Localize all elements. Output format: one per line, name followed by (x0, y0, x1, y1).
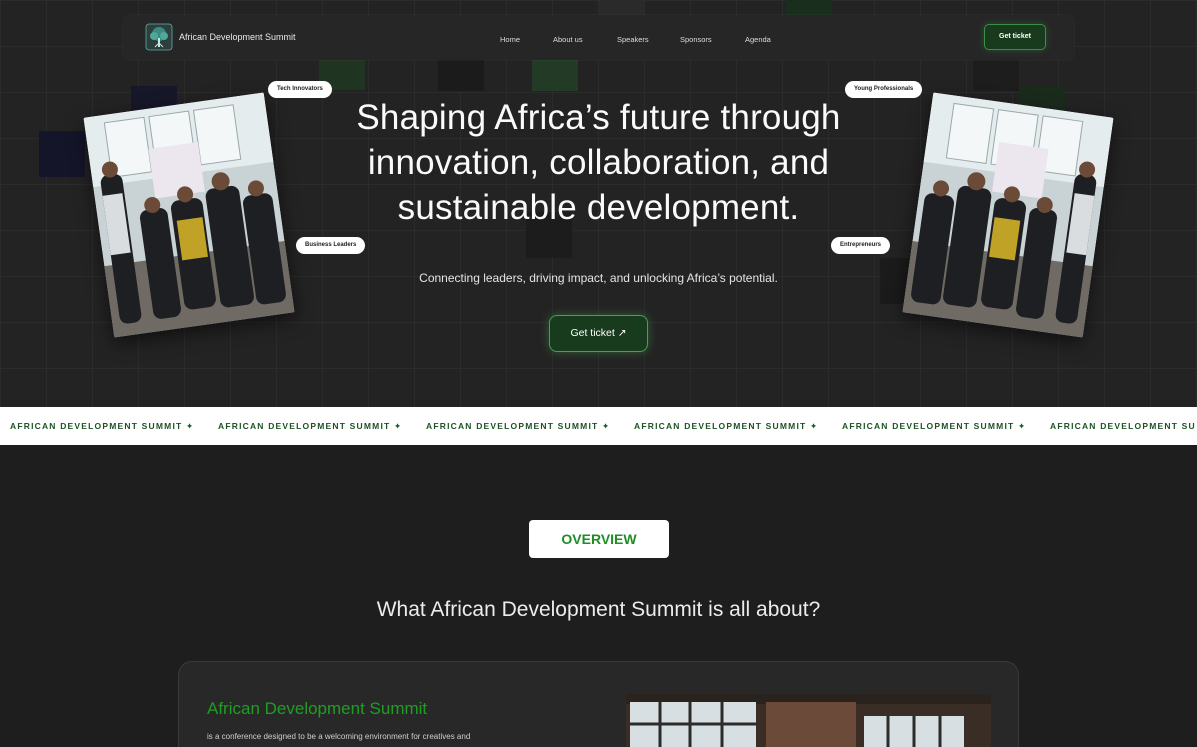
nav-link-agenda[interactable]: Agenda (745, 35, 771, 44)
tree-icon[interactable] (145, 23, 173, 51)
overview-badge: OVERVIEW (529, 520, 669, 558)
marquee-item: AFRICAN DEVELOPMENT SUMMIT ✦ (842, 421, 1027, 431)
marquee-item: AFRICAN DEVELOPMENT SU (1050, 421, 1196, 431)
overview-section: OVERVIEW What African Development Summit… (0, 445, 1197, 747)
overview-card: African Development Summit is a conferen… (178, 661, 1019, 747)
get-ticket-hero-button[interactable]: Get ticket ↗ (549, 315, 648, 352)
nav-link-speakers[interactable]: Speakers (617, 35, 649, 44)
marquee-banner: AFRICAN DEVELOPMENT SUMMIT ✦ AFRICAN DEV… (0, 407, 1197, 445)
venue-photo (626, 694, 991, 747)
card-text: is a conference designed to be a welcomi… (207, 732, 471, 741)
tag-business-leaders: Business Leaders (296, 237, 366, 254)
marquee-item: AFRICAN DEVELOPMENT SUMMIT ✦ (426, 421, 611, 431)
nav-link-home[interactable]: Home (500, 35, 520, 44)
tag-entrepreneurs: Entrepreneurs (831, 237, 891, 254)
nav-link-about[interactable]: About us (553, 35, 583, 44)
marquee-item: AFRICAN DEVELOPMENT SUMMIT ✦ (10, 421, 195, 431)
marquee-item: AFRICAN DEVELOPMENT SUMMIT ✦ (218, 421, 403, 431)
card-title: African Development Summit (207, 699, 428, 718)
bg-tile (39, 131, 85, 177)
overview-title: What African Development Summit is all a… (376, 598, 821, 621)
top-navbar: African Development Summit Home About us… (123, 15, 1074, 60)
get-ticket-nav-button[interactable]: Get ticket (984, 24, 1046, 50)
hero-section: African Development Summit Home About us… (0, 0, 1197, 407)
nav-link-sponsors[interactable]: Sponsors (680, 35, 712, 44)
brand-name[interactable]: African Development Summit (179, 32, 296, 42)
hero-photo-right (902, 92, 1114, 338)
hero-photo-left (83, 92, 295, 338)
hero-headline: Shaping Africa’s future through innovati… (356, 98, 841, 227)
marquee-item: AFRICAN DEVELOPMENT SUMMIT ✦ (634, 421, 819, 431)
hero-subheading: Connecting leaders, driving impact, and … (419, 271, 778, 285)
